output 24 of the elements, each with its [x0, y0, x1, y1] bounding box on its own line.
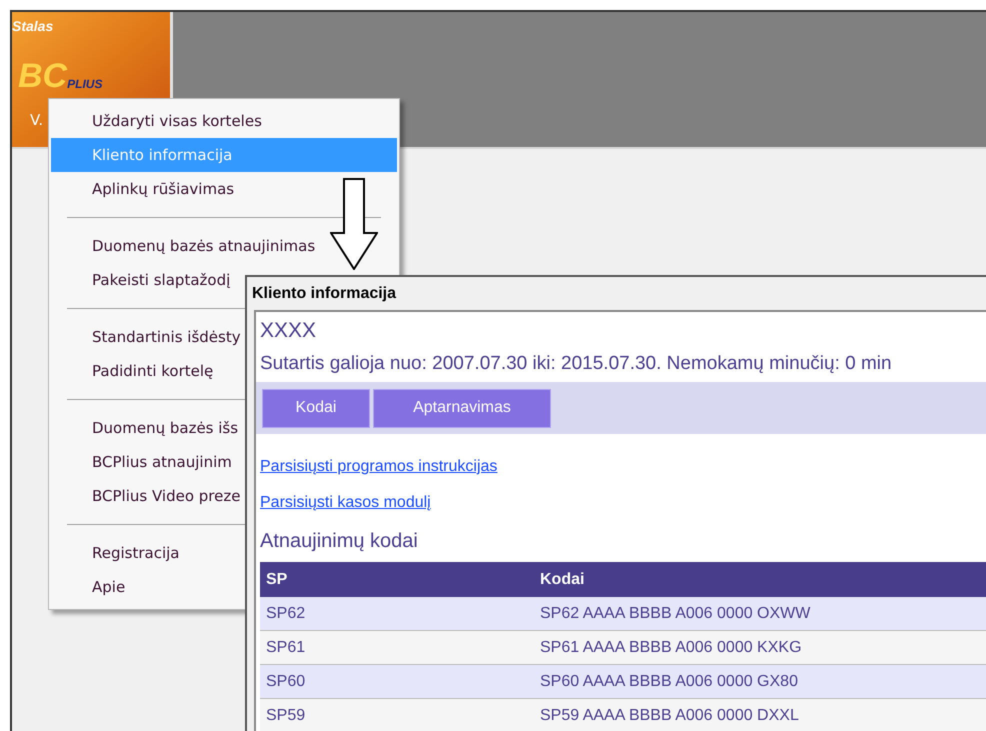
table-cell-text: SP62 — [265, 604, 306, 624]
download-link[interactable]: Parsisiųsti programos instrukcijas — [260, 456, 498, 478]
menu-item[interactable]: Uždaryti visas korteles — [51, 104, 397, 138]
logo: BCPLIUS — [18, 59, 102, 93]
tab[interactable]: Aptarnavimas — [373, 388, 551, 428]
version-text: V. — [30, 110, 44, 131]
tab[interactable]: Kodai — [262, 388, 370, 428]
section-title: Atnaujinimų kodai — [260, 529, 418, 554]
menu-item[interactable]: Aplinkų rūšiavimas — [51, 172, 397, 206]
dialog-title: Kliento informacija — [252, 284, 396, 304]
table-cell-text: SP60 AAAA BBBB A006 0000 GX80 — [540, 672, 798, 692]
table-cell-text: SP61 — [265, 638, 306, 658]
table-cell-text: SP60 — [265, 672, 306, 692]
app-caption: Stalas — [12, 17, 54, 36]
download-link[interactable]: Parsisiųsti kasos modulį — [260, 492, 431, 514]
menu-item[interactable]: Duomenų bazės atnaujinimas — [51, 229, 397, 263]
table-cell-text: SP62 AAAA BBBB A006 0000 OXWW — [540, 604, 810, 624]
contract-info: Sutartis galioja nuo: 2007.07.30 iki: 2015.07.30. Nemokamų minučių: 0 min — [260, 352, 892, 376]
table-cell-text: SP61 AAAA BBBB A006 0000 KXKG — [540, 638, 802, 658]
table-cell-text: SP59 — [265, 706, 306, 726]
down-arrow-icon — [330, 178, 378, 270]
table-header: SP Kodai — [260, 562, 986, 597]
table-cell-text: SP59 AAAA BBBB A006 0000 DXXL — [540, 706, 799, 726]
client-name: XXXX — [260, 318, 316, 344]
